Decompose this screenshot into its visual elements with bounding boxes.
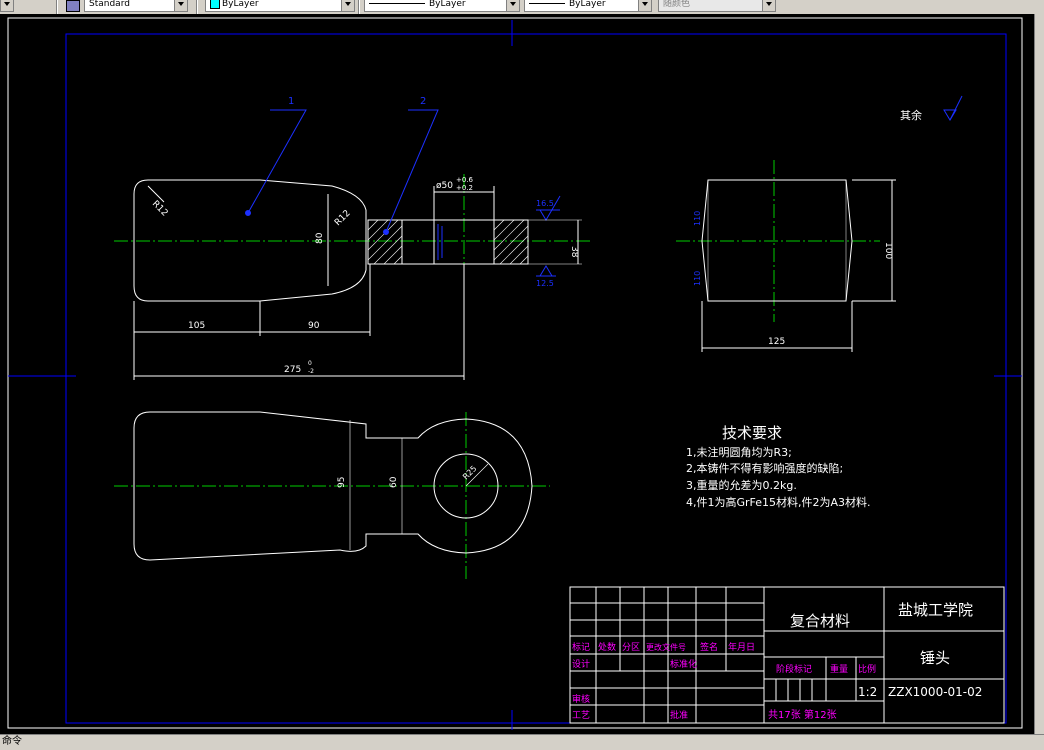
linetype-preview — [369, 3, 425, 4]
top-view: 95 60 R25 — [114, 411, 550, 579]
tb-mark: 标记 — [572, 641, 590, 653]
tb-sign: 签名 — [700, 641, 718, 653]
plotstyle-combo-value: 随颜色 — [663, 0, 691, 9]
tech-req-line2: 2,本铸件不得有影响强度的缺陷; — [686, 461, 843, 475]
title-block: 标记 处数 分区 更改文件号 签名 年月日 设计 标准化 审核 工艺 批准 阶段… — [569, 586, 1005, 724]
plotstyle-combo[interactable]: 随颜色 — [658, 0, 776, 12]
style-combo-value: Standard — [89, 0, 130, 9]
balloon-2-leader — [383, 109, 439, 235]
dim-38: 38 — [569, 246, 579, 258]
command-line-text: 命令 — [2, 736, 22, 747]
lineweight-preview — [529, 3, 565, 4]
tb-drawing-no: ZZX1000-01-02 — [888, 685, 982, 699]
tb-docno: 更改文件号 — [646, 642, 686, 652]
inner-frame — [65, 33, 1007, 724]
roughness-note: 其余 — [900, 108, 922, 122]
frame-center-marks — [8, 20, 1022, 730]
tb-sheets: 共17张 第12张 — [768, 708, 837, 721]
tech-req-line1: 1,未注明圆角均为R3; — [686, 445, 792, 459]
dim-275-tol-lower: -2 — [308, 368, 314, 375]
top-center-lines — [114, 412, 550, 579]
tb-scale-label: 比例 — [858, 663, 876, 675]
balloon-1-leader — [245, 109, 307, 216]
linetype-combo[interactable]: ByLayer — [364, 0, 520, 12]
tb-review: 审核 — [572, 693, 590, 705]
color-combo-value: ByLayer — [222, 0, 259, 9]
text-style-combo[interactable] — [0, 0, 14, 12]
hole-marks — [437, 224, 443, 260]
dim-top-60: 60 — [389, 476, 399, 488]
toolbar-separator — [56, 0, 58, 14]
linetype-combo-value: ByLayer — [429, 0, 466, 9]
tech-req-line4: 4,件1为高GrFe15材料,件2为A3材料. — [686, 495, 871, 509]
lineweight-combo[interactable]: ByLayer — [524, 0, 652, 12]
dim-80-front: 80 — [315, 232, 325, 244]
dim-phi50-tol-upper: +0.6 — [456, 176, 474, 184]
roughness-symbol-bottom — [536, 265, 556, 277]
roughness-note-icon — [943, 95, 963, 121]
style-combo[interactable]: Standard — [84, 0, 188, 12]
dim-phi50: ø50 — [436, 181, 453, 191]
toolbar-separator — [196, 0, 198, 14]
tech-req-title: 技术要求 — [722, 424, 782, 442]
tech-req-line3: 3,重量的允差为0.2kg. — [686, 478, 797, 492]
front-view: 1 2 R12 R12 80 ø50 +0.6 +0.2 16.5 12.5 3… — [114, 96, 592, 380]
dim-side-100: 100 — [883, 242, 893, 259]
dim-rough-165: 16.5 — [536, 199, 554, 208]
hatch-left — [367, 219, 403, 265]
dim-side-125: 125 — [768, 337, 785, 347]
tb-school: 盐城工学院 — [898, 601, 973, 619]
tb-date: 年月日 — [728, 641, 755, 653]
color-combo[interactable]: ByLayer — [205, 0, 355, 12]
tb-count: 处数 — [598, 641, 616, 653]
drawing-canvas[interactable]: 1 2 R12 R12 80 ø50 +0.6 +0.2 16.5 12.5 3… — [0, 14, 1034, 734]
side-center-lines — [676, 160, 880, 322]
tb-weight: 重量 — [830, 663, 848, 675]
drawing-svg: 1 2 R12 R12 80 ø50 +0.6 +0.2 16.5 12.5 3… — [7, 17, 1023, 730]
dim-90: 90 — [308, 321, 320, 331]
balloon-1-label: 1 — [288, 96, 294, 107]
tb-zone: 分区 — [622, 642, 640, 653]
vertical-scrollbar[interactable] — [1034, 14, 1044, 734]
color-swatch-icon — [210, 0, 220, 9]
dim-side-110b: 110 — [693, 271, 702, 286]
tb-standardization: 标准化 — [670, 658, 697, 670]
hatch-right — [493, 219, 529, 265]
tb-design: 设计 — [572, 658, 590, 670]
dim-r12-a: R12 — [150, 199, 170, 219]
text-style-icon[interactable] — [66, 0, 80, 12]
outer-border — [7, 17, 1023, 729]
dim-275-tol-upper: 0 — [308, 360, 312, 367]
dim-rough-125: 12.5 — [536, 279, 554, 288]
tb-process: 工艺 — [572, 710, 590, 721]
dim-lines-horizontal — [133, 264, 465, 380]
tb-approve: 批准 — [670, 709, 688, 721]
dim-phi50-tol-lower: +0.2 — [456, 184, 473, 192]
side-view: 100 125 110 110 — [676, 160, 896, 352]
center-line — [114, 174, 592, 304]
balloon-2-label: 2 — [420, 96, 426, 107]
handle-outline — [367, 219, 529, 265]
technical-requirements: 技术要求 1,未注明圆角均为R3; 2,本铸件不得有影响强度的缺陷; 3,重量的… — [686, 424, 871, 509]
dim-105: 105 — [188, 321, 205, 331]
tb-part-name: 锤头 — [920, 649, 950, 667]
side-dims — [701, 179, 896, 352]
dim-side-110a: 110 — [693, 211, 702, 226]
tb-material: 复合材料 — [790, 612, 850, 630]
lineweight-combo-value: ByLayer — [569, 0, 606, 9]
command-line[interactable]: 命令 — [0, 734, 1044, 750]
toolbar-separator — [358, 0, 360, 14]
properties-toolbar: Standard ByLayer ByLayer ByLayer 随颜色 — [0, 0, 1044, 15]
tb-scale-value: 1:2 — [858, 685, 877, 699]
dim-r12-b: R12 — [333, 209, 353, 229]
dim-275: 275 — [284, 365, 301, 375]
tb-stage-mark: 阶段标记 — [776, 663, 812, 675]
dim-r25: R25 — [461, 464, 479, 482]
dim-top-95: 95 — [337, 477, 347, 488]
